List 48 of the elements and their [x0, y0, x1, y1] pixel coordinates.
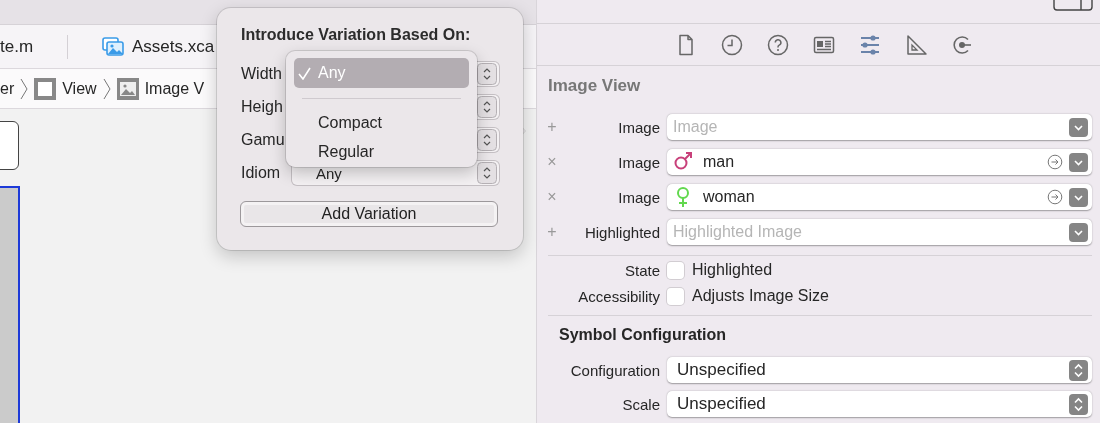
image-combo-field[interactable]: woman — [667, 184, 1092, 210]
inspector-tab[interactable] — [765, 32, 790, 57]
breadcrumb-item[interactable]: er — [0, 79, 15, 98]
stepper-icon — [1069, 393, 1088, 415]
checkbox[interactable] — [667, 261, 684, 279]
field-label: Gamu — [241, 131, 286, 149]
popup-button[interactable]: Unspecified — [667, 357, 1092, 383]
help-icon — [765, 32, 790, 57]
stepper-icon — [477, 162, 497, 184]
field-label: State — [623, 261, 660, 279]
field-label: Configuration — [569, 361, 660, 379]
field-label: Heigh — [241, 98, 284, 116]
section-title: Image View — [547, 75, 642, 95]
chevron-down-icon[interactable] — [1069, 187, 1088, 207]
panel-toggle-icon — [1053, 0, 1093, 11]
check-icon — [298, 66, 311, 80]
clock-icon — [719, 32, 744, 57]
chevron-down-icon[interactable] — [1069, 152, 1088, 172]
stepper-icon — [1069, 359, 1088, 381]
popup-button[interactable]: Unspecified — [667, 391, 1092, 417]
breadcrumb-item[interactable]: Image V — [116, 77, 205, 100]
field-label: Accessibility — [577, 287, 660, 305]
popover-title: Introduce Variation Based On: — [241, 26, 472, 44]
field-label: Image — [617, 118, 660, 136]
square-view-icon — [34, 77, 57, 100]
image-icon — [116, 77, 139, 100]
photos-icon — [102, 36, 124, 57]
chevron-right-icon — [20, 77, 29, 100]
checkbox-label: Adjusts Image Size — [692, 287, 829, 305]
field-label: Image — [617, 188, 660, 206]
chevron-right-icon — [102, 77, 111, 100]
section-title: Symbol Configuration — [558, 325, 728, 345]
chevron-down-icon[interactable] — [1069, 117, 1088, 137]
inspector-tab[interactable] — [719, 32, 744, 57]
checkbox[interactable] — [667, 287, 684, 305]
menu-item[interactable]: Compact — [294, 108, 469, 137]
breadcrumb-item[interactable]: View — [34, 77, 97, 100]
image-combo-field[interactable]: man — [667, 149, 1092, 175]
field-label: Image — [617, 153, 660, 171]
editor-tab[interactable]: te.m — [0, 34, 68, 59]
chevron-down-icon[interactable] — [1069, 222, 1088, 242]
add-variation-button[interactable]: Add Variation — [240, 201, 498, 227]
checkbox-label: Highlighted — [692, 261, 773, 279]
field-label: Scale — [621, 395, 660, 413]
editor-tab[interactable]: Assets.xca — [68, 34, 215, 59]
field-label: Idiom — [241, 164, 282, 182]
field-label: Highlighted — [583, 223, 660, 241]
field-label: Width — [241, 65, 283, 83]
